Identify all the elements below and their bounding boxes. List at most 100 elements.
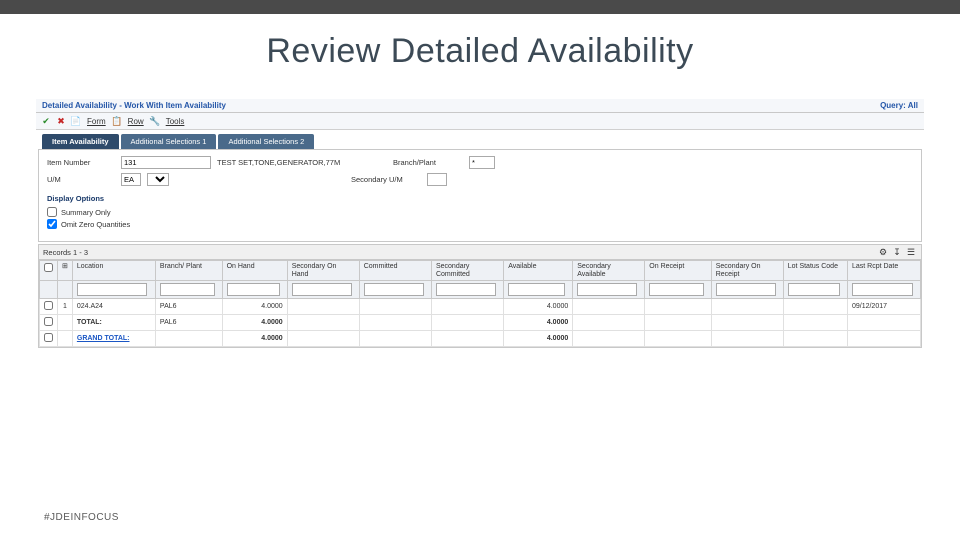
col-on-receipt[interactable]: On Receipt xyxy=(645,261,711,281)
cell-lastrcpt xyxy=(847,331,920,347)
tools-icon[interactable]: 🔧 xyxy=(149,115,161,127)
qbe-sec-available[interactable] xyxy=(577,283,637,296)
secondary-um-input[interactable] xyxy=(427,173,447,186)
window-title: Detailed Availability - Work With Item A… xyxy=(42,101,226,110)
col-branch-plant[interactable]: Branch/ Plant xyxy=(155,261,222,281)
tab-strip: Item Availability Additional Selections … xyxy=(36,134,924,149)
um-input[interactable] xyxy=(121,173,141,186)
col-lot-status[interactable]: Lot Status Code xyxy=(783,261,847,281)
col-secondary-committed[interactable]: Secondary Committed xyxy=(431,261,503,281)
row-indicator xyxy=(58,315,73,331)
slide-accent-bar xyxy=(0,0,960,14)
branch-plant-label: Branch/Plant xyxy=(393,158,463,167)
query-indicator: Query: All xyxy=(880,101,918,110)
tab-additional-selections-2[interactable]: Additional Selections 2 xyxy=(218,134,314,149)
item-number-label: Item Number xyxy=(47,158,115,167)
cell-location[interactable]: GRAND TOTAL: xyxy=(72,331,155,347)
qbe-sec-onreceipt[interactable] xyxy=(716,283,776,296)
cell-sec-committed xyxy=(431,315,503,331)
cell-committed xyxy=(359,331,431,347)
cell-lotstatus xyxy=(783,315,847,331)
cell-onreceipt xyxy=(645,331,711,347)
table-row[interactable]: 1024.A24PAL64.00004.000009/12/2017 xyxy=(40,299,921,315)
summary-only-checkbox[interactable] xyxy=(47,207,57,217)
omit-zero-label: Omit Zero Quantities xyxy=(61,220,130,229)
records-count: Records 1 - 3 xyxy=(43,248,88,257)
cell-lastrcpt xyxy=(847,315,920,331)
col-available[interactable]: Available xyxy=(504,261,573,281)
col-select[interactable] xyxy=(40,261,58,281)
app-titlebar: Detailed Availability - Work With Item A… xyxy=(36,99,924,113)
cell-sec-committed xyxy=(431,299,503,315)
form-icon[interactable]: 📄 xyxy=(70,115,82,127)
footer-hashtag: #JDEINFOCUS xyxy=(44,512,119,523)
data-grid: ⊞ Location Branch/ Plant On Hand Seconda… xyxy=(38,260,922,348)
cell-location: 024.A24 xyxy=(72,299,155,315)
um-label: U/M xyxy=(47,175,115,184)
qbe-sec-committed[interactable] xyxy=(436,283,496,296)
summary-only-label: Summary Only xyxy=(61,208,111,217)
col-committed[interactable]: Committed xyxy=(359,261,431,281)
qbe-available[interactable] xyxy=(508,283,565,296)
cell-sec-available xyxy=(573,315,645,331)
col-on-hand[interactable]: On Hand xyxy=(222,261,287,281)
row-menu[interactable]: Row xyxy=(126,117,146,126)
branch-plant-input[interactable] xyxy=(469,156,495,169)
cell-onreceipt xyxy=(645,299,711,315)
cell-onhand: 4.0000 xyxy=(222,299,287,315)
cell-committed xyxy=(359,299,431,315)
qbe-committed[interactable] xyxy=(364,283,424,296)
cell-branch: PAL6 xyxy=(155,299,222,315)
grid-menu-icon[interactable]: ☰ xyxy=(905,246,917,258)
row-checkbox[interactable] xyxy=(44,333,53,342)
ok-icon[interactable]: ✔ xyxy=(40,115,52,127)
qbe-onhand[interactable] xyxy=(227,283,280,296)
cell-onhand: 4.0000 xyxy=(222,315,287,331)
cell-sec-onreceipt xyxy=(711,331,783,347)
col-secondary-available[interactable]: Secondary Available xyxy=(573,261,645,281)
um-select[interactable] xyxy=(147,173,169,186)
grid-header-bar: Records 1 - 3 ⚙ ↧ ☰ xyxy=(38,244,922,260)
col-location[interactable]: Location xyxy=(72,261,155,281)
application-window: Detailed Availability - Work With Item A… xyxy=(36,99,924,348)
cell-onhand: 4.0000 xyxy=(222,331,287,347)
cell-lastrcpt: 09/12/2017 xyxy=(847,299,920,315)
tools-menu[interactable]: Tools xyxy=(164,117,187,126)
select-all-checkbox[interactable] xyxy=(44,263,53,272)
export-icon[interactable]: ↧ xyxy=(891,246,903,258)
row-icon[interactable]: 📋 xyxy=(111,115,123,127)
col-secondary-on-receipt[interactable]: Secondary On Receipt xyxy=(711,261,783,281)
cell-sec-available xyxy=(573,299,645,315)
qbe-location[interactable] xyxy=(77,283,147,296)
form-menu[interactable]: Form xyxy=(85,117,108,126)
tab-item-availability[interactable]: Item Availability xyxy=(42,134,119,149)
cell-available: 4.0000 xyxy=(504,331,573,347)
secondary-um-label: Secondary U/M xyxy=(351,175,421,184)
grid-tools: ⚙ ↧ ☰ xyxy=(877,246,917,258)
tab-additional-selections-1[interactable]: Additional Selections 1 xyxy=(121,134,217,149)
cell-sec-onhand xyxy=(287,331,359,347)
qbe-branch[interactable] xyxy=(160,283,215,296)
omit-zero-checkbox[interactable] xyxy=(47,219,57,229)
qbe-sec-onhand[interactable] xyxy=(292,283,352,296)
cell-sec-onhand xyxy=(287,315,359,331)
qbe-onreceipt[interactable] xyxy=(649,283,704,296)
qbe-lastrcpt[interactable] xyxy=(852,283,913,296)
cell-sec-available xyxy=(573,331,645,347)
form-panel: Item Number TEST SET,TONE,GENERATOR,77M … xyxy=(38,149,922,242)
cell-sec-committed xyxy=(431,331,503,347)
qbe-lotstatus[interactable] xyxy=(788,283,840,296)
customize-grid-icon[interactable]: ⚙ xyxy=(877,246,889,258)
table-row[interactable]: GRAND TOTAL: 4.0000 4.0000 xyxy=(40,331,921,347)
col-last-rcpt[interactable]: Last Rcpt Date xyxy=(847,261,920,281)
row-indicator xyxy=(58,331,73,347)
slide-title: Review Detailed Availability xyxy=(0,32,960,71)
table-row[interactable]: TOTAL:PAL64.00004.0000 xyxy=(40,315,921,331)
item-number-input[interactable] xyxy=(121,156,211,169)
cell-lotstatus xyxy=(783,331,847,347)
col-secondary-on-hand[interactable]: Secondary On Hand xyxy=(287,261,359,281)
close-icon[interactable]: ✖ xyxy=(55,115,67,127)
row-checkbox[interactable] xyxy=(44,301,53,310)
cell-onreceipt xyxy=(645,315,711,331)
row-checkbox[interactable] xyxy=(44,317,53,326)
